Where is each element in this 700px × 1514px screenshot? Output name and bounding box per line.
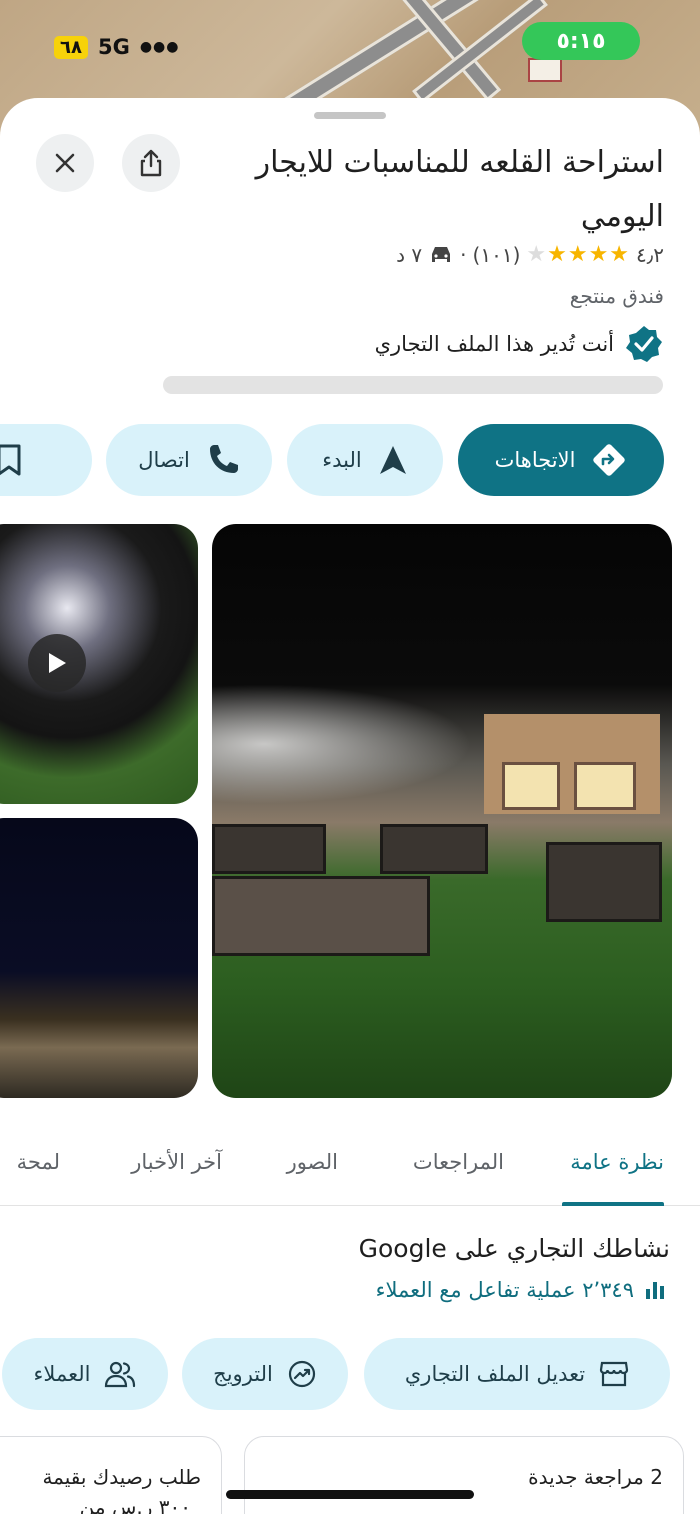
home-indicator[interactable] <box>226 1490 474 1499</box>
owner-text: أنت تُدير هذا الملف التجاري <box>374 332 614 356</box>
status-left-group: ٦٨ 5G ●●● <box>54 35 180 59</box>
tab-overview[interactable]: نظرة عامة <box>570 1150 664 1174</box>
verified-badge-icon <box>626 326 662 362</box>
place-category: فندق منتجع <box>569 284 664 308</box>
people-icon <box>105 1361 136 1388</box>
credit-text-line2: ٣٠٠ ر.س من <box>79 1495 191 1514</box>
interactions-link[interactable]: ٢٬٣٤٩ عملية تفاعل مع العملاء <box>376 1278 666 1302</box>
sofa-graphic <box>212 876 430 956</box>
play-icon <box>49 653 66 673</box>
close-icon <box>55 153 75 173</box>
tab-about[interactable]: لمحة <box>17 1150 60 1174</box>
call-label: اتصال <box>138 448 190 472</box>
credit-text-line1: طلب رصيدك بقيمة <box>42 1465 201 1489</box>
start-label: البدء <box>322 448 362 472</box>
customers-button[interactable]: العملاء <box>2 1338 168 1410</box>
interactions-text: ٢٬٣٤٩ عملية تفاعل مع العملاء <box>375 1278 634 1302</box>
new-reviews-card[interactable]: 2 مراجعة جديدة <box>244 1436 684 1514</box>
battery-indicator: ٦٨ <box>54 35 88 59</box>
reviews-count: (١٠١) <box>472 242 521 267</box>
save-button[interactable]: حـ <box>0 424 92 496</box>
network-type: 5G <box>97 35 130 59</box>
directions-button[interactable]: الاتجاهات <box>458 424 664 496</box>
edit-profile-label: تعديل الملف التجاري <box>404 1362 586 1386</box>
new-reviews-text: 2 مراجعة جديدة <box>528 1465 663 1489</box>
main-photo[interactable] <box>212 524 672 1098</box>
call-button[interactable]: اتصال <box>106 424 272 496</box>
owner-status[interactable]: أنت تُدير هذا الملف التجاري <box>375 324 664 364</box>
sofa-graphic <box>546 842 662 922</box>
tab-bar: نظرة عامة المراجعات الصور آخر الأخبار لم… <box>0 1142 700 1206</box>
phone-icon <box>209 445 238 473</box>
bookmark-icon <box>0 444 21 476</box>
window-graphic <box>502 762 560 810</box>
business-section-title: نشاطك التجاري على Google <box>358 1234 670 1263</box>
rating-value: ٤٫٢ <box>636 242 664 267</box>
tab-updates[interactable]: آخر الأخبار <box>131 1150 222 1174</box>
edit-profile-button[interactable]: تعديل الملف التجاري <box>364 1338 670 1410</box>
navigation-arrow-icon <box>379 446 406 474</box>
customers-label: العملاء <box>33 1362 91 1386</box>
sheet-drag-handle[interactable] <box>314 112 386 119</box>
share-button[interactable] <box>122 134 180 192</box>
secondary-photo[interactable] <box>0 818 198 1098</box>
rating-row[interactable]: ٤٫٢ ★★★★★ (١٠١) · ٧ د <box>396 242 664 267</box>
promote-label: الترويج <box>213 1362 273 1386</box>
action-chips: الاتجاهات البدء اتصال حـ <box>0 424 700 496</box>
sofa-graphic <box>212 824 326 874</box>
signal-strength-icon: ●●● <box>139 39 180 55</box>
separator-dot: · <box>460 242 467 267</box>
profile-progress-bar <box>163 376 663 394</box>
ad-credit-card[interactable]: طلب رصيدك بقيمة ٣٠٠ ر.س من <box>0 1436 222 1514</box>
play-button[interactable] <box>28 634 86 692</box>
status-time: ٥:١٥ <box>522 22 640 60</box>
tab-photos[interactable]: الصور <box>287 1150 338 1174</box>
filled-stars: ★★★★ <box>547 242 631 267</box>
window-graphic <box>574 762 636 810</box>
active-tab-indicator <box>562 1202 664 1206</box>
empty-star: ★ <box>526 242 548 267</box>
trending-up-icon <box>288 1360 315 1388</box>
place-title: استراحة القلعه للمناسبات للايجار اليومي <box>255 145 664 234</box>
promote-button[interactable]: الترويج <box>182 1338 348 1410</box>
sofa-graphic <box>380 824 488 874</box>
storefront-icon <box>600 1361 629 1387</box>
share-icon <box>140 149 162 177</box>
car-icon <box>432 246 451 262</box>
directions-icon <box>593 444 626 476</box>
video-thumbnail[interactable] <box>0 524 198 804</box>
place-sheet: استراحة القلعه للمناسبات للايجار اليومي … <box>0 98 700 1514</box>
start-button[interactable]: البدء <box>287 424 443 496</box>
drive-time: ٧ د <box>396 242 423 267</box>
tab-reviews[interactable]: المراجعات <box>413 1150 504 1174</box>
bar-chart-icon <box>646 1282 664 1299</box>
directions-label: الاتجاهات <box>494 448 576 472</box>
rating-stars: ★★★★★ <box>526 242 630 267</box>
light-glow <box>212 684 472 804</box>
status-bar: ٦٨ 5G ●●● ٥:١٥ <box>0 22 700 72</box>
close-button[interactable] <box>36 134 94 192</box>
